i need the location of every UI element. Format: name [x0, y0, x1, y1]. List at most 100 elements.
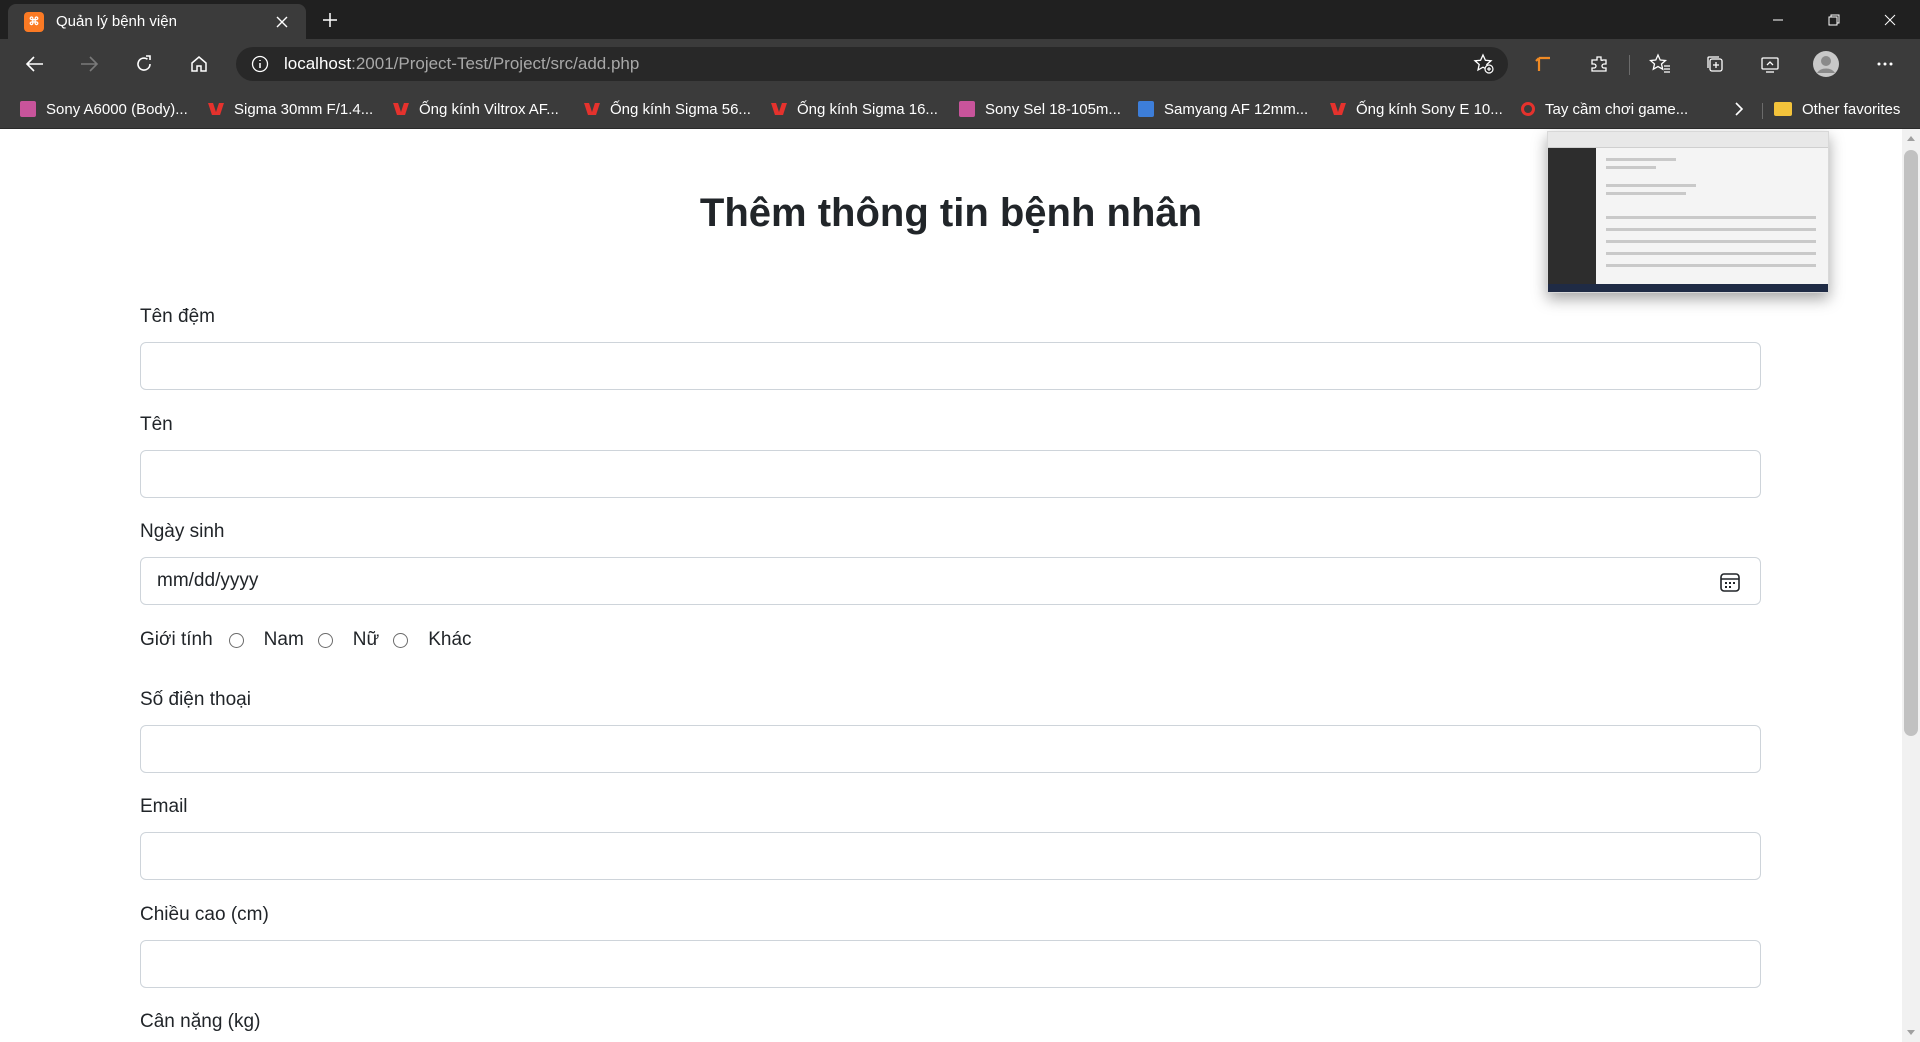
gender-group: Giới tính Nam Nữ Khác	[140, 627, 486, 653]
preview-line	[1606, 158, 1676, 161]
middle-name-input[interactable]	[140, 342, 1761, 390]
vertical-scrollbar[interactable]	[1902, 129, 1920, 1042]
scrollbar-thumb[interactable]	[1904, 150, 1918, 736]
preview-line	[1606, 216, 1816, 219]
gender-option-label: Nam	[263, 629, 304, 650]
shop-favicon-icon	[584, 101, 600, 117]
chevron-right-icon[interactable]	[1726, 97, 1752, 121]
preview-line	[1606, 264, 1816, 267]
performance-icon[interactable]	[1751, 45, 1789, 83]
favorite-label: Ống kính Viltrox AF...	[419, 100, 559, 118]
url-host: localhost	[284, 54, 352, 73]
other-favorites-folder[interactable]: Other favorites	[1774, 97, 1900, 121]
favorite-item[interactable]: Samyang AF 12mm...	[1138, 97, 1308, 121]
sony-favicon-icon	[20, 101, 36, 117]
shop-favicon-icon	[771, 101, 787, 117]
first-name-label: Tên	[140, 414, 173, 435]
tab-title: Quản lý bệnh viện	[56, 13, 177, 30]
preview-line	[1606, 240, 1816, 243]
new-tab-button[interactable]	[314, 5, 346, 35]
calendar-icon[interactable]	[1718, 570, 1742, 594]
favorite-item[interactable]: Ống kính Viltrox AF...	[393, 97, 559, 121]
address-bar[interactable]: localhost:2001/Project-Test/Project/src/…	[236, 47, 1508, 81]
home-button[interactable]	[180, 45, 218, 83]
toolbar-separator	[1629, 55, 1630, 75]
tab-strip: ⌘ Quản lý bệnh viện	[0, 0, 1920, 39]
favorite-item[interactable]: Sigma 30mm F/1.4...	[208, 97, 373, 121]
favorite-label: Sony A6000 (Body)...	[46, 100, 188, 118]
browser-toolbar: localhost:2001/Project-Test/Project/src/…	[0, 39, 1920, 89]
dob-label: Ngày sinh	[140, 521, 225, 542]
page-viewport: Thêm thông tin bệnh nhân Tên đệm Tên Ngà…	[0, 129, 1902, 1042]
scroll-down-arrow-icon[interactable]	[1902, 1024, 1920, 1042]
url-text: localhost:2001/Project-Test/Project/src/…	[284, 54, 639, 74]
gender-option-label: Khác	[428, 629, 472, 650]
favorite-label: Sigma 30mm F/1.4...	[234, 100, 374, 118]
gender-radio-male[interactable]	[228, 632, 244, 648]
favorite-item[interactable]: Ống kính Sigma 56...	[584, 97, 751, 121]
preview-line	[1606, 252, 1816, 255]
favorite-label: Ống kính Sigma 56...	[610, 100, 751, 118]
preview-line	[1606, 184, 1696, 187]
collections-icon[interactable]	[1696, 45, 1734, 83]
browser-tab[interactable]: ⌘ Quản lý bệnh viện	[8, 4, 306, 39]
shop-favicon-icon	[1330, 101, 1346, 117]
profile-avatar-icon[interactable]	[1807, 45, 1845, 83]
favorite-label: Samyang AF 12mm...	[1164, 100, 1309, 118]
extensions-icon[interactable]	[1580, 45, 1618, 83]
refresh-button[interactable]	[125, 45, 163, 83]
sony-favicon-icon	[959, 101, 975, 117]
more-options-icon[interactable]	[1866, 45, 1904, 83]
favorite-item[interactable]: Ống kính Sony E 10...	[1330, 97, 1503, 121]
info-icon[interactable]	[250, 54, 270, 74]
phone-label: Số điện thoại	[140, 689, 251, 710]
favorite-label: Ống kính Sigma 16...	[797, 100, 938, 118]
samyang-favicon-icon	[1138, 101, 1154, 117]
restore-button[interactable]	[1806, 0, 1862, 39]
gender-label: Giới tính	[140, 629, 213, 650]
preview-sidebar	[1548, 148, 1596, 288]
preview-top-bar	[1548, 132, 1828, 148]
gender-radio-female[interactable]	[317, 632, 333, 648]
close-window-button[interactable]	[1862, 0, 1918, 39]
middle-name-label: Tên đệm	[140, 306, 215, 327]
dob-placeholder: mm/dd/yyyy	[157, 570, 259, 591]
scroll-up-arrow-icon[interactable]	[1902, 129, 1920, 147]
favorites-separator	[1762, 103, 1763, 119]
game-favicon-icon	[1521, 102, 1535, 116]
email-label: Email	[140, 796, 188, 817]
extension-orange-icon[interactable]	[1525, 45, 1563, 83]
favorite-item[interactable]: Tay cầm chơi game...	[1521, 97, 1688, 121]
preview-line	[1606, 228, 1816, 231]
favorite-item[interactable]: Sony A6000 (Body)...	[20, 97, 188, 121]
favorite-label: Tay cầm chơi game...	[1545, 100, 1689, 118]
shop-favicon-icon	[208, 101, 224, 117]
gender-radio-other[interactable]	[393, 632, 409, 648]
add-favorite-icon[interactable]	[1470, 50, 1498, 78]
screenshot-preview-thumbnail[interactable]	[1547, 131, 1829, 293]
dob-date-input[interactable]: mm/dd/yyyy	[140, 557, 1761, 605]
favorites-bar: Sony A6000 (Body)... Sigma 30mm F/1.4...…	[0, 89, 1920, 129]
favorite-label: Sony Sel 18-105m...	[985, 100, 1121, 118]
preview-line	[1606, 192, 1686, 195]
url-path: :2001/Project-Test/Project/src/add.php	[351, 54, 640, 73]
favorite-item[interactable]: Ống kính Sigma 16...	[771, 97, 938, 121]
xampp-icon: ⌘	[24, 11, 44, 32]
forward-button[interactable]	[70, 45, 108, 83]
first-name-input[interactable]	[140, 450, 1761, 498]
preview-line	[1606, 166, 1656, 169]
close-tab-icon[interactable]	[268, 8, 296, 36]
minimize-button[interactable]	[1750, 0, 1806, 39]
email-input[interactable]	[140, 832, 1761, 880]
height-input[interactable]	[140, 940, 1761, 988]
favorite-label: Ống kính Sony E 10...	[1356, 100, 1503, 118]
back-button[interactable]	[16, 45, 54, 83]
other-favorites-label: Other favorites	[1802, 100, 1901, 118]
phone-input[interactable]	[140, 725, 1761, 773]
gender-option-label: Nữ	[352, 629, 380, 650]
favorite-item[interactable]: Sony Sel 18-105m...	[959, 97, 1121, 121]
favorites-icon[interactable]	[1641, 45, 1679, 83]
folder-icon	[1774, 102, 1792, 116]
height-label: Chiều cao (cm)	[140, 904, 269, 925]
weight-label: Cân nặng (kg)	[140, 1011, 261, 1032]
